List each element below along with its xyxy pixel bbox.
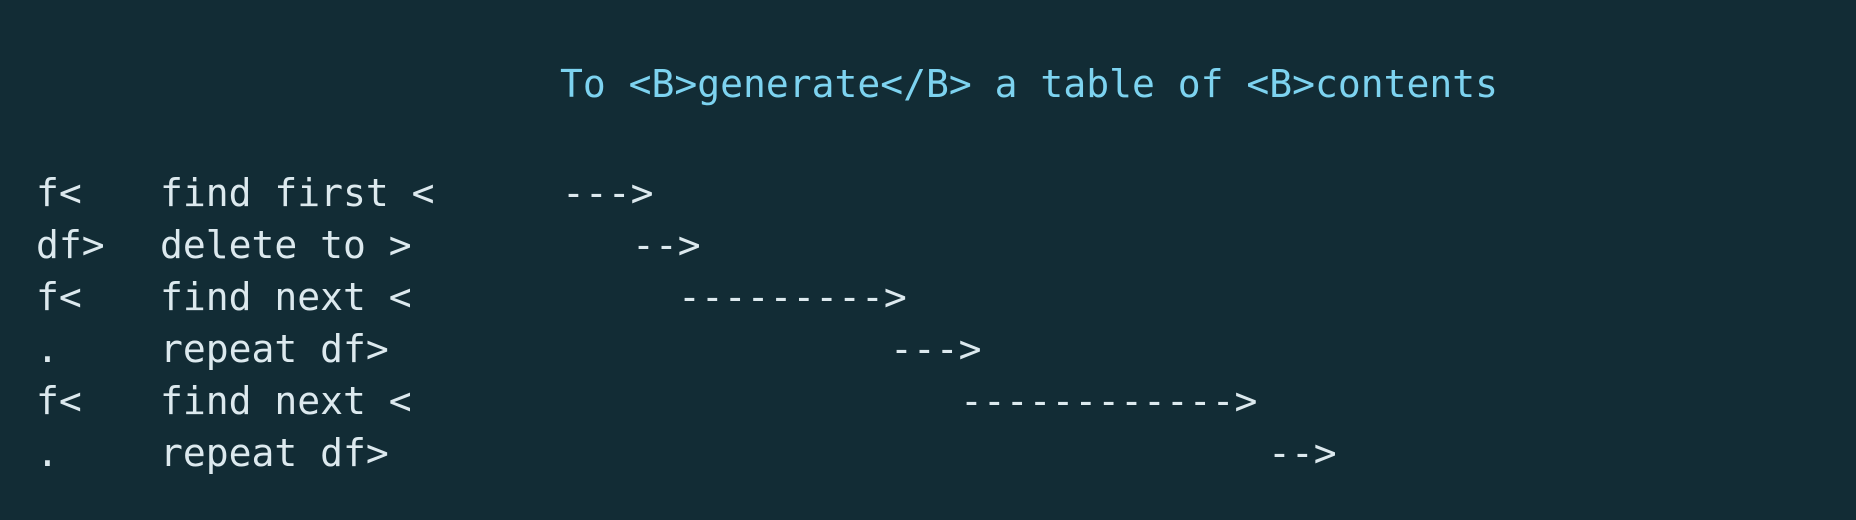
- command-arrow: ------------>: [960, 379, 1258, 423]
- instruction-title: To <B>generate</B> a table of <B>content…: [560, 62, 1498, 106]
- command-description: find next <: [160, 379, 412, 423]
- terminal-screen: To <B>generate</B> a table of <B>content…: [0, 0, 1856, 520]
- command-row: f< find next < --------->: [0, 271, 1856, 323]
- command-row: . repeat df> -->: [0, 427, 1856, 479]
- command-arrow: --------->: [678, 275, 907, 319]
- command-key: f<: [36, 275, 82, 319]
- command-arrow: -->: [632, 223, 701, 267]
- command-row: . repeat df> --->: [0, 323, 1856, 375]
- command-row-list: f< find first < ---> df> delete to > --> f< fin…: [0, 110, 1856, 479]
- command-description: delete to >: [160, 223, 412, 267]
- command-arrow: --->: [562, 171, 654, 215]
- command-row: df> delete to > -->: [0, 219, 1856, 271]
- command-key: .: [36, 327, 59, 371]
- command-key: df>: [36, 223, 105, 267]
- command-description: repeat df>: [160, 431, 389, 475]
- command-key: f<: [36, 171, 82, 215]
- command-key: .: [36, 431, 59, 475]
- help-text-area: To <B>generate</B> a table of <B>content…: [0, 0, 1856, 520]
- command-row: f< find first < --->: [0, 167, 1856, 219]
- command-row: f< find next < ------------>: [0, 375, 1856, 427]
- command-arrow: -->: [1268, 431, 1337, 475]
- command-key: f<: [36, 379, 82, 423]
- command-description: find first <: [160, 171, 435, 215]
- command-description: repeat df>: [160, 327, 389, 371]
- command-description: find next <: [160, 275, 412, 319]
- command-arrow: --->: [890, 327, 982, 371]
